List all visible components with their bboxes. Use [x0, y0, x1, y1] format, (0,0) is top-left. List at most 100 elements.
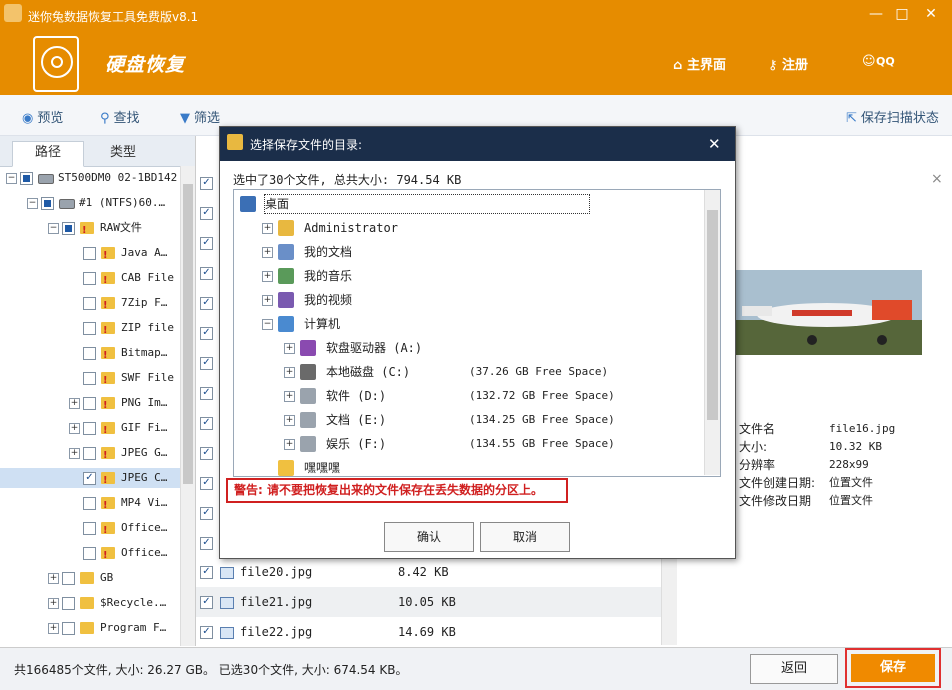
expand-icon[interactable]: +	[262, 295, 273, 306]
dialog-close-icon[interactable]: ✕	[708, 135, 721, 153]
tree-checkbox[interactable]	[62, 222, 75, 235]
expand-icon[interactable]: +	[69, 423, 80, 434]
expand-icon[interactable]: +	[284, 367, 295, 378]
save-scan-status-button[interactable]: ⇱ 保存扫描状态	[846, 107, 939, 126]
tree-checkbox[interactable]	[83, 247, 96, 260]
tree-checkbox[interactable]	[83, 522, 96, 535]
expand-icon[interactable]: +	[69, 398, 80, 409]
tree-item[interactable]: Java A…	[0, 243, 180, 266]
directory-tree-scrollbar[interactable]	[704, 190, 720, 475]
close-button[interactable]: ✕	[920, 4, 942, 24]
expand-icon[interactable]: +	[48, 623, 59, 634]
tree-item[interactable]: 7Zip F…	[0, 293, 180, 316]
tree-item[interactable]: − #1 (NTFS)60.…	[0, 193, 180, 213]
tree-item[interactable]: + GIF Fi…	[0, 418, 180, 441]
expand-icon[interactable]: +	[262, 247, 273, 258]
directory-item[interactable]: + 我的文档	[234, 240, 702, 264]
file-checkbox[interactable]: ✓	[200, 357, 213, 370]
tree-item[interactable]: − RAW文件	[0, 218, 180, 241]
tree-item[interactable]: + PNG Im…	[0, 393, 180, 416]
back-button[interactable]: 返回	[750, 654, 838, 684]
directory-item[interactable]: + 我的视频	[234, 288, 702, 312]
tree-item[interactable]: Office…	[0, 543, 180, 566]
tree-item[interactable]: Office…	[0, 518, 180, 541]
file-checkbox[interactable]: ✓	[200, 477, 213, 490]
maximize-button[interactable]: □	[891, 4, 913, 24]
tree-item[interactable]: + $Recycle.…	[0, 593, 180, 613]
confirm-button[interactable]: 确认	[384, 522, 474, 552]
directory-item[interactable]: + Administrator	[234, 216, 702, 240]
collapse-icon[interactable]: −	[27, 198, 38, 209]
directory-item[interactable]: 桌面	[234, 192, 702, 216]
file-checkbox[interactable]: ✓	[200, 537, 213, 550]
file-checkbox[interactable]: ✓	[200, 387, 213, 400]
tree-checkbox[interactable]	[83, 447, 96, 460]
filter-button[interactable]: ▼ 筛选	[180, 107, 220, 126]
tree-item[interactable]: ✓ JPEG C…	[0, 468, 180, 491]
directory-item[interactable]: + 文档 (E:) (134.25 GB Free Space)	[234, 408, 702, 432]
file-checkbox[interactable]: ✓	[200, 596, 213, 609]
tree-checkbox[interactable]	[83, 497, 96, 510]
file-row[interactable]: ✓ file22.jpg 14.69 KB	[196, 617, 661, 647]
tree-item[interactable]: − ST500DM0 02-1BD142	[0, 168, 180, 188]
tree-item[interactable]: ZIP file	[0, 318, 180, 341]
tree-item[interactable]: SWF File	[0, 368, 180, 391]
expand-icon[interactable]: +	[284, 343, 295, 354]
file-checkbox[interactable]: ✓	[200, 327, 213, 340]
cancel-button[interactable]: 取消	[480, 522, 570, 552]
tree-checkbox[interactable]	[83, 272, 96, 285]
file-checkbox[interactable]: ✓	[200, 297, 213, 310]
tab-path[interactable]: 路径	[12, 141, 84, 167]
nav-home[interactable]: ⌂ 主界面	[673, 54, 726, 73]
left-scrollbar[interactable]	[180, 166, 195, 646]
file-row[interactable]: ✓ file21.jpg 10.05 KB	[196, 587, 661, 617]
tree-item[interactable]: Bitmap…	[0, 343, 180, 366]
tree-item[interactable]: + JPEG G…	[0, 443, 180, 466]
tree-checkbox[interactable]	[83, 422, 96, 435]
tree-checkbox[interactable]	[83, 547, 96, 560]
nav-register[interactable]: ⚷ 注册	[768, 54, 808, 73]
directory-item[interactable]: 嘿嘿嘿	[234, 456, 702, 480]
tree-checkbox[interactable]	[62, 622, 75, 635]
expand-icon[interactable]: +	[284, 391, 295, 402]
preview-close-icon[interactable]: ×	[931, 171, 943, 187]
file-checkbox[interactable]: ✓	[200, 237, 213, 250]
expand-icon[interactable]: +	[284, 415, 295, 426]
tree-item[interactable]: + Program F…	[0, 618, 180, 638]
directory-item[interactable]: + 软件 (D:) (132.72 GB Free Space)	[234, 384, 702, 408]
expand-icon[interactable]: +	[284, 439, 295, 450]
tree-checkbox[interactable]	[62, 597, 75, 610]
tree-checkbox[interactable]	[41, 197, 54, 210]
collapse-icon[interactable]: −	[6, 173, 17, 184]
file-checkbox[interactable]: ✓	[200, 626, 213, 639]
find-button[interactable]: ⚲ 查找	[100, 107, 140, 126]
file-checkbox[interactable]: ✓	[200, 207, 213, 220]
nav-qq[interactable]: ☺QQ	[862, 54, 895, 69]
tree-checkbox[interactable]	[83, 347, 96, 360]
tree-checkbox[interactable]: ✓	[83, 472, 96, 485]
directory-item[interactable]: − 计算机	[234, 312, 702, 336]
tree-item[interactable]: CAB File	[0, 268, 180, 291]
expand-icon[interactable]: +	[262, 223, 273, 234]
preview-button[interactable]: ◉ 预览	[22, 107, 63, 126]
file-checkbox[interactable]: ✓	[200, 566, 213, 579]
tree-checkbox[interactable]	[62, 572, 75, 585]
file-checkbox[interactable]: ✓	[200, 177, 213, 190]
collapse-icon[interactable]: −	[48, 223, 59, 234]
expand-icon[interactable]: +	[48, 573, 59, 584]
tree-checkbox[interactable]	[20, 172, 33, 185]
expand-icon[interactable]: +	[69, 448, 80, 459]
directory-item[interactable]: + 本地磁盘 (C:) (37.26 GB Free Space)	[234, 360, 702, 384]
directory-item[interactable]: + 我的音乐	[234, 264, 702, 288]
minimize-button[interactable]: —	[865, 4, 887, 24]
expand-icon[interactable]: +	[48, 598, 59, 609]
directory-item[interactable]: + 娱乐 (F:) (134.55 GB Free Space)	[234, 432, 702, 456]
tree-checkbox[interactable]	[83, 397, 96, 410]
expand-icon[interactable]: +	[262, 271, 273, 282]
file-row[interactable]: ✓ file20.jpg 8.42 KB	[196, 557, 661, 587]
file-checkbox[interactable]: ✓	[200, 267, 213, 280]
file-checkbox[interactable]: ✓	[200, 417, 213, 430]
tab-type[interactable]: 类型	[88, 142, 158, 166]
tree-item[interactable]: + GB	[0, 568, 180, 588]
file-checkbox[interactable]: ✓	[200, 507, 213, 520]
